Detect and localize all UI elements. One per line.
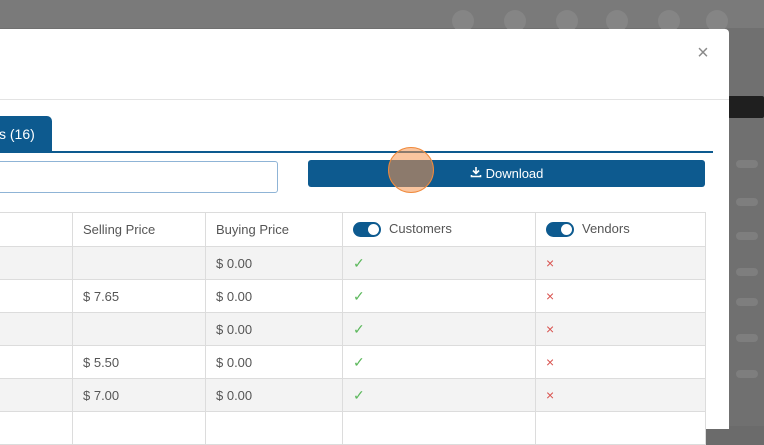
cell-blank bbox=[0, 378, 73, 412]
table-row[interactable]: $ 5.50 $ 0.00 ✓ × bbox=[0, 345, 706, 379]
background-button bbox=[728, 96, 764, 118]
cell-customers bbox=[342, 411, 536, 445]
cell-selling-price: $ 5.50 bbox=[72, 345, 206, 379]
background-item bbox=[736, 232, 758, 240]
check-icon: ✓ bbox=[353, 287, 365, 304]
download-icon bbox=[470, 166, 482, 181]
close-icon[interactable]: × bbox=[697, 42, 709, 64]
click-indicator bbox=[388, 147, 434, 193]
column-header-customers[interactable]: Customers bbox=[342, 212, 536, 247]
cell-selling-price: $ 7.00 bbox=[72, 378, 206, 412]
cell-vendors bbox=[535, 411, 706, 445]
customers-label: Customers bbox=[389, 221, 452, 237]
table-row[interactable]: $ 0.00 ✓ × bbox=[0, 312, 706, 346]
background-item bbox=[736, 198, 758, 206]
items-table: Selling Price Buying Price Customers Ven… bbox=[0, 212, 706, 445]
cell-selling-price bbox=[72, 246, 206, 280]
check-icon: ✓ bbox=[353, 353, 365, 370]
cell-blank bbox=[0, 312, 73, 346]
cell-buying-price: $ 0.00 bbox=[205, 279, 343, 313]
close-button[interactable]: × bbox=[693, 43, 713, 63]
table-row[interactable]: $ 7.65 $ 0.00 ✓ × bbox=[0, 279, 706, 313]
column-header-vendors[interactable]: Vendors bbox=[535, 212, 706, 247]
column-header-blank bbox=[0, 212, 73, 247]
tab-active[interactable]: s (16) bbox=[0, 116, 52, 152]
check-icon: ✓ bbox=[353, 386, 365, 403]
background-item bbox=[736, 370, 758, 378]
cell-blank bbox=[0, 279, 73, 313]
vendors-label: Vendors bbox=[582, 221, 630, 237]
column-header-buying-price[interactable]: Buying Price bbox=[205, 212, 343, 247]
table-row[interactable]: $ 7.00 $ 0.00 ✓ × bbox=[0, 378, 706, 412]
table-row[interactable]: $ 0.00 ✓ × bbox=[0, 246, 706, 280]
background-item bbox=[736, 334, 758, 342]
table-header-row: Selling Price Buying Price Customers Ven… bbox=[0, 212, 706, 247]
tab-underline bbox=[0, 151, 713, 153]
check-icon: ✓ bbox=[353, 254, 365, 271]
cross-icon: × bbox=[546, 255, 555, 271]
cross-icon: × bbox=[546, 321, 555, 337]
check-icon: ✓ bbox=[353, 320, 365, 337]
vendors-toggle[interactable] bbox=[546, 221, 574, 237]
cell-buying-price: $ 0.00 bbox=[205, 345, 343, 379]
column-header-selling-price[interactable]: Selling Price bbox=[72, 212, 206, 247]
cell-blank bbox=[0, 411, 73, 445]
cell-buying-price: $ 0.00 bbox=[205, 378, 343, 412]
tab-label: s (16) bbox=[0, 126, 35, 142]
modal-header: × bbox=[0, 29, 729, 100]
download-label: Download bbox=[485, 166, 544, 181]
cell-blank bbox=[0, 345, 73, 379]
background-item bbox=[736, 160, 758, 168]
background-item bbox=[736, 268, 758, 276]
cross-icon: × bbox=[546, 288, 555, 304]
cell-selling-price bbox=[72, 411, 206, 445]
cell-buying-price bbox=[205, 411, 343, 445]
search-input[interactable] bbox=[0, 161, 278, 193]
cell-buying-price: $ 0.00 bbox=[205, 312, 343, 346]
cell-buying-price: $ 0.00 bbox=[205, 246, 343, 280]
customers-toggle[interactable] bbox=[353, 221, 381, 237]
cross-icon: × bbox=[546, 387, 555, 403]
cross-icon: × bbox=[546, 354, 555, 370]
background-item bbox=[736, 298, 758, 306]
background-header bbox=[0, 0, 764, 28]
cell-blank bbox=[0, 246, 73, 280]
download-button[interactable]: Download bbox=[308, 160, 705, 187]
cell-selling-price: $ 7.65 bbox=[72, 279, 206, 313]
table-row[interactable] bbox=[0, 411, 706, 445]
cell-selling-price bbox=[72, 312, 206, 346]
